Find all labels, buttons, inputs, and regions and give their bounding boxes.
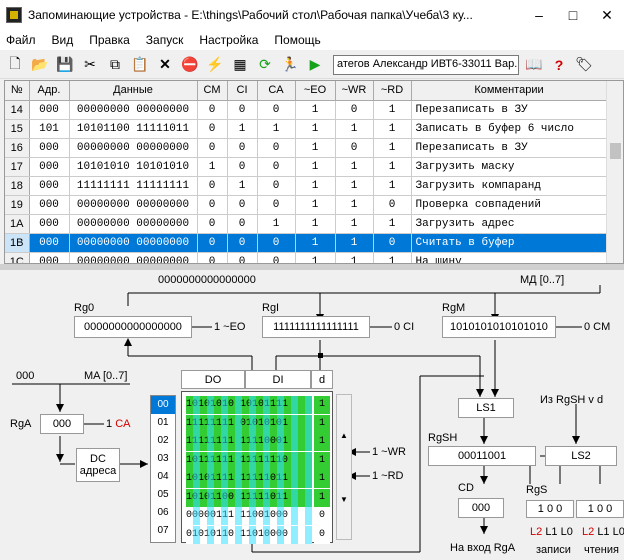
rd-signal[interactable]: 1 ~RD <box>372 470 404 482</box>
from-rgsh-label: Из RgSH v d <box>540 394 604 406</box>
memory-scrollbar[interactable]: ▲ ▼ <box>336 394 352 540</box>
memory-row[interactable]: 10101100 11111011 1 <box>182 488 332 507</box>
l0-write: L0 <box>560 526 573 538</box>
match-bit: 1 <box>314 488 330 507</box>
memory-address[interactable]: 06 <box>151 504 175 522</box>
l1-read: L1 <box>597 526 610 538</box>
memory-bits: 00000111 11001000 <box>186 507 312 525</box>
rg0-register[interactable]: 0000000000000000 <box>74 316 192 338</box>
memory-address[interactable]: 01 <box>151 414 175 432</box>
rga-signal-name: CA <box>115 418 131 430</box>
address-column: 00 01 02 03 04 05 06 07 <box>150 395 176 543</box>
l1-write: L1 <box>545 526 558 538</box>
write-caption: записи <box>536 544 571 556</box>
memory-bits: 10101010 10101111 <box>186 396 312 414</box>
rga-signal-value: 1 <box>106 418 113 430</box>
d-header: d <box>311 370 333 389</box>
memory-bits: 01010110 11010000 <box>186 525 312 544</box>
memory-row[interactable]: 10111111 11111110 1 <box>182 451 332 470</box>
memory-array: 10101010 10101111 1 11111111 01010101 1 1111… <box>181 391 333 544</box>
l-write-labels: L2 L1 L0 <box>530 526 573 538</box>
scroll-down-icon[interactable]: ▼ <box>340 495 348 504</box>
md-label: МД [0..7] <box>520 274 565 286</box>
bus-top-value: 0000000000000000 <box>158 274 256 286</box>
ls1-block: LS1 <box>458 398 514 418</box>
read-caption: чтения <box>584 544 619 556</box>
memory-row[interactable]: 10101010 10101111 1 <box>182 396 332 414</box>
l2-read: L2 <box>582 526 595 538</box>
memory-address[interactable]: 02 <box>151 432 175 450</box>
cd-label: CD <box>458 482 474 494</box>
memory-address[interactable]: 00 <box>151 396 175 414</box>
memory-bits: 10111111 11111110 <box>186 451 312 470</box>
rg0-signal[interactable]: 1 ~EO <box>214 321 246 333</box>
ma-value: 000 <box>16 370 35 382</box>
rgsh-label: RgSH <box>428 432 458 444</box>
scroll-up-icon[interactable]: ▲ <box>340 431 348 440</box>
rga-signal[interactable]: 1 CA <box>106 418 130 430</box>
memory-row[interactable]: 11111111 11110001 1 <box>182 433 332 451</box>
di-header: DI <box>245 370 311 389</box>
memory-row[interactable]: 11111111 01010101 1 <box>182 414 332 433</box>
rgm-signal[interactable]: 0 CM <box>584 321 610 333</box>
match-bit: 1 <box>314 433 330 451</box>
rg0-label: Rg0 <box>74 302 95 314</box>
rgs-write-register[interactable]: 1 0 0 <box>526 500 574 518</box>
memory-row[interactable]: 01010110 11010000 0 <box>182 525 332 544</box>
memory-bits: 10101111 11111011 <box>186 470 312 488</box>
match-bit: 1 <box>314 470 330 488</box>
match-bit: 1 <box>314 414 330 433</box>
wr-signal[interactable]: 1 ~WR <box>372 446 406 458</box>
match-bit: 0 <box>314 507 330 525</box>
memory-row[interactable]: 10101111 11111011 1 <box>182 470 332 488</box>
match-bit: 0 <box>314 525 330 544</box>
rgsh-register[interactable]: 00011001 <box>428 446 536 466</box>
memory-address[interactable]: 07 <box>151 522 175 540</box>
rgi-register[interactable]: 1111111111111111 <box>262 316 370 338</box>
rgm-register[interactable]: 1010101010101010 <box>442 316 556 338</box>
rga-register[interactable]: 000 <box>40 414 84 434</box>
ma-label: MA [0..7] <box>84 370 128 382</box>
rgi-label: RgI <box>262 302 280 314</box>
ls2-block: LS2 <box>545 446 617 466</box>
cd-register[interactable]: 000 <box>458 498 504 518</box>
bus-rga-label: На вход RgA <box>450 542 516 554</box>
memory-bits: 10101100 11111011 <box>186 488 312 507</box>
match-bit: 1 <box>314 396 330 414</box>
l2-write: L2 <box>530 526 543 538</box>
memory-address[interactable]: 03 <box>151 450 175 468</box>
l0-read: L0 <box>612 526 624 538</box>
rgs-read-register[interactable]: 1 0 0 <box>576 500 624 518</box>
rgs-label: RgS <box>526 484 548 496</box>
match-bit: 1 <box>314 451 330 470</box>
memory-row[interactable]: 00000111 11001000 0 <box>182 507 332 525</box>
rgi-signal[interactable]: 0 CI <box>394 321 414 333</box>
memory-address[interactable]: 04 <box>151 468 175 486</box>
memory-address[interactable]: 05 <box>151 486 175 504</box>
memory-bits: 11111111 11110001 <box>186 433 312 451</box>
rgm-label: RgM <box>442 302 466 314</box>
do-header: DO <box>181 370 245 389</box>
rga-label: RgA <box>10 418 32 430</box>
memory-bits: 11111111 01010101 <box>186 414 312 433</box>
address-decoder: DC адреса <box>76 448 120 482</box>
l-read-labels: L2 L1 L0 <box>582 526 624 538</box>
